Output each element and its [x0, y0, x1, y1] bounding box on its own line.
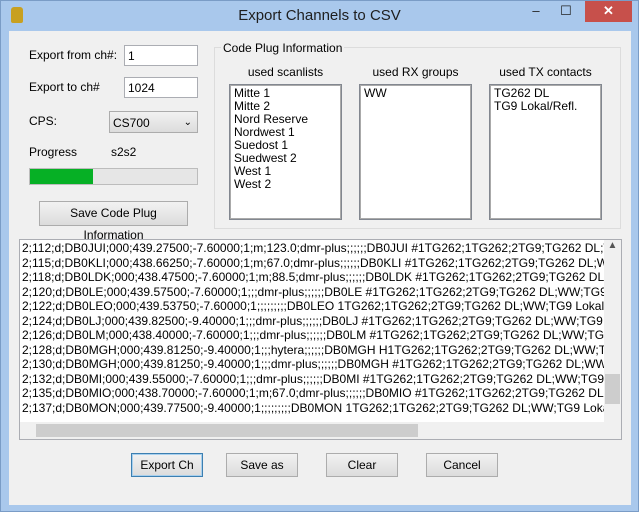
- output-line[interactable]: 2;118;d;DB0LDK;000;438.47500;-7.60000;1;…: [22, 270, 604, 285]
- cps-value: CS700: [113, 116, 150, 130]
- output-textbox[interactable]: 2;112;d;DB0JUI;000;439.27500;-7.60000;1;…: [19, 239, 622, 440]
- rxgroups-list[interactable]: WW: [359, 84, 472, 220]
- output-line[interactable]: 2;130;d;DB0MGH;000;439.81250;-9.40000;1;…: [22, 357, 604, 372]
- minimize-button[interactable]: –: [523, 1, 549, 22]
- cancel-button[interactable]: Cancel: [426, 453, 498, 477]
- progress-label: Progress: [29, 145, 78, 159]
- output-line[interactable]: 2;124;d;DB0LJ;000;439.82500;-9.40000;1;;…: [22, 314, 604, 329]
- progress-bar: [29, 168, 198, 185]
- to-input[interactable]: 1024: [124, 77, 198, 98]
- export-button[interactable]: Export Ch: [131, 453, 203, 477]
- save-as-button[interactable]: Save as: [226, 453, 298, 477]
- list-item[interactable]: West 2: [234, 178, 337, 191]
- window: Export Channels to CSV – ☐ ✕ Export from…: [0, 0, 639, 512]
- from-input[interactable]: 1: [124, 45, 198, 66]
- rxgroups-header: used RX groups: [372, 65, 459, 79]
- clear-button[interactable]: Clear: [326, 453, 398, 477]
- from-label: Export from ch#:: [29, 48, 118, 62]
- progress-status: s2s2: [111, 145, 137, 159]
- output-lines: 2;112;d;DB0JUI;000;439.27500;-7.60000;1;…: [22, 241, 604, 421]
- txcontacts-list[interactable]: TG262 DL TG9 Lokal/Refl.: [489, 84, 602, 220]
- output-line[interactable]: 2;120;d;DB0LE;000;439.57500;-7.60000;1;;…: [22, 285, 604, 300]
- cps-select[interactable]: CS700 ⌄: [109, 111, 198, 133]
- list-item[interactable]: WW: [364, 87, 467, 100]
- scroll-corner: [604, 422, 621, 439]
- scanlists-header: used scanlists: [247, 65, 324, 79]
- horizontal-scroll-thumb[interactable]: [36, 424, 418, 437]
- output-line[interactable]: 2;137;d;DB0MON;000;439.77500;-9.40000;1;…: [22, 401, 604, 416]
- cps-label: CPS:: [29, 114, 58, 128]
- save-code-plug-button[interactable]: Save Code Plug Information: [39, 201, 188, 242]
- group-title: Code Plug Information: [221, 41, 345, 55]
- scroll-up-icon[interactable]: ▲: [604, 240, 621, 251]
- list-item[interactable]: TG9 Lokal/Refl.: [494, 100, 597, 113]
- scanlists-list[interactable]: Mitte 1 Mitte 2 Nord Reserve Nordwest 1 Sued…: [229, 84, 342, 220]
- to-label: Export to ch#: [29, 80, 100, 94]
- chevron-down-icon: ⌄: [183, 117, 192, 128]
- output-line[interactable]: 2;122;d;DB0LEO;000;439.53750;-7.60000;1;…: [22, 299, 604, 314]
- close-button[interactable]: ✕: [585, 1, 632, 22]
- vertical-scroll-thumb[interactable]: [605, 374, 620, 404]
- dialog-body: Export from ch#: 1 Export to ch# 1024 CP…: [9, 31, 631, 505]
- output-line[interactable]: 2;132;d;DB0MI;000;439.55000;-7.60000;1;;…: [22, 372, 604, 387]
- maximize-button[interactable]: ☐: [553, 1, 579, 22]
- output-line[interactable]: 2;135;d;DB0MIO;000;438.70000;-7.60000;1;…: [22, 386, 604, 401]
- horizontal-scrollbar[interactable]: [20, 422, 604, 439]
- vertical-scrollbar[interactable]: ▲: [604, 240, 621, 422]
- output-line[interactable]: 2;126;d;DB0LM;000;438.40000;-7.60000;1;;…: [22, 328, 604, 343]
- output-line[interactable]: 2;115;d;DB0KLI;000;438.66250;-7.60000;1;…: [22, 256, 604, 271]
- progress-fill: [30, 169, 94, 184]
- txcontacts-header: used TX contacts: [499, 65, 592, 79]
- output-line[interactable]: 2;112;d;DB0JUI;000;439.27500;-7.60000;1;…: [22, 241, 604, 256]
- output-line[interactable]: 2;128;d;DB0MGH;000;439.81250;-9.40000;1;…: [22, 343, 604, 358]
